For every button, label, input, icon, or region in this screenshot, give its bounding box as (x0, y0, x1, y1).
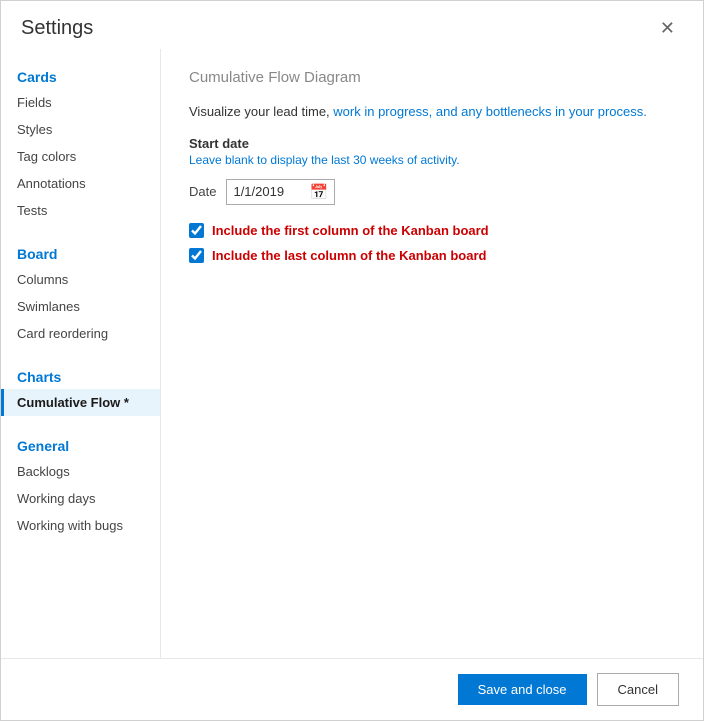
dialog-title: Settings (21, 17, 93, 40)
save-and-close-button[interactable]: Save and close (458, 674, 587, 705)
sidebar-section-charts[interactable]: Charts (1, 359, 160, 389)
sidebar-item-fields[interactable]: Fields (1, 89, 160, 116)
page-title: Cumulative Flow Diagram (189, 69, 675, 86)
close-button[interactable]: ✕ (652, 15, 683, 41)
sidebar-item-card-reordering[interactable]: Card reordering (1, 320, 160, 347)
date-row: Date 📅 (189, 179, 675, 205)
sidebar-item-tag-colors[interactable]: Tag colors (1, 143, 160, 170)
sidebar-item-swimlanes[interactable]: Swimlanes (1, 293, 160, 320)
include-first-column-checkbox[interactable] (189, 223, 204, 238)
dialog-body: Cards Fields Styles Tag colors Annotatio… (1, 49, 703, 658)
sidebar-item-annotations[interactable]: Annotations (1, 170, 160, 197)
date-input-wrap: 📅 (226, 179, 335, 205)
sidebar: Cards Fields Styles Tag colors Annotatio… (1, 49, 161, 658)
sidebar-item-tests[interactable]: Tests (1, 197, 160, 224)
sidebar-section-cards[interactable]: Cards (1, 59, 160, 89)
main-content: Cumulative Flow Diagram Visualize your l… (161, 49, 703, 658)
include-last-column-label: Include the last column of the Kanban bo… (212, 248, 486, 263)
sidebar-section-general[interactable]: General (1, 428, 160, 458)
sidebar-section-board[interactable]: Board (1, 236, 160, 266)
calendar-icon[interactable]: 📅 (309, 183, 328, 201)
start-date-label: Start date (189, 136, 675, 151)
description: Visualize your lead time, work in progre… (189, 102, 675, 122)
sidebar-item-columns[interactable]: Columns (1, 266, 160, 293)
sidebar-item-working-days[interactable]: Working days (1, 485, 160, 512)
sidebar-item-cumulative-flow[interactable]: Cumulative Flow * (1, 389, 160, 416)
cancel-button[interactable]: Cancel (597, 673, 679, 706)
include-first-column-label: Include the first column of the Kanban b… (212, 223, 489, 238)
date-label: Date (189, 184, 216, 199)
sidebar-item-styles[interactable]: Styles (1, 116, 160, 143)
include-last-column-checkbox[interactable] (189, 248, 204, 263)
start-date-hint: Leave blank to display the last 30 weeks… (189, 153, 675, 167)
checkbox-row-2: Include the last column of the Kanban bo… (189, 248, 675, 263)
dialog-header: Settings ✕ (1, 1, 703, 49)
dialog-footer: Save and close Cancel (1, 658, 703, 720)
date-input[interactable] (233, 184, 303, 199)
sidebar-item-backlogs[interactable]: Backlogs (1, 458, 160, 485)
sidebar-item-working-with-bugs[interactable]: Working with bugs (1, 512, 160, 539)
checkbox-row-1: Include the first column of the Kanban b… (189, 223, 675, 238)
settings-dialog: Settings ✕ Cards Fields Styles Tag color… (0, 0, 704, 721)
highlight-text: work in progress, and any bottlenecks in… (333, 104, 647, 119)
